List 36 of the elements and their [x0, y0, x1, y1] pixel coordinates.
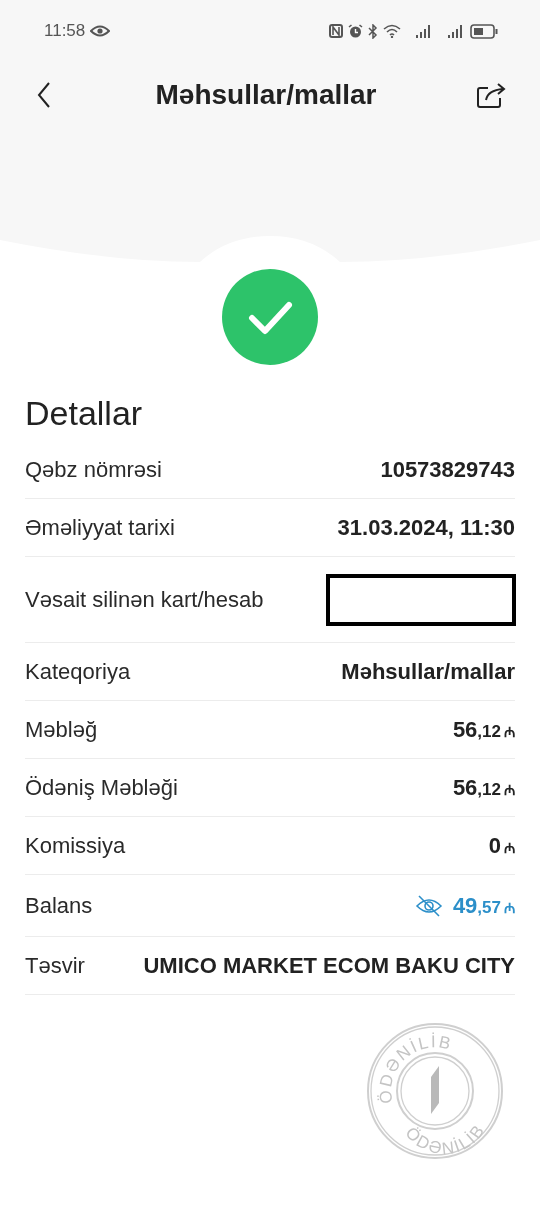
- detail-label: Qəbz nömrəsi: [25, 456, 162, 484]
- detail-label: Balans: [25, 892, 93, 920]
- amount-value: 49,57: [452, 892, 501, 920]
- signal-icon: [416, 24, 433, 38]
- status-time: 11:58: [44, 20, 86, 43]
- eye-icon: [90, 25, 111, 37]
- detail-label: Vəsait silinən kart/hesab: [25, 586, 264, 614]
- detail-value: UMICO MARKET ECOM BAKU CITY: [143, 952, 515, 980]
- detail-label: Əməliyyat tarixi: [25, 514, 175, 542]
- section-title: Detallar: [25, 393, 144, 433]
- amount-value: 0: [488, 832, 501, 860]
- page-title: Məhsullar/mallar: [155, 78, 377, 112]
- currency-sign: ₼: [504, 723, 515, 742]
- back-icon: [37, 82, 51, 108]
- battery-icon: [470, 23, 498, 39]
- signal-icon: [448, 24, 465, 38]
- nfc-icon: [329, 24, 343, 38]
- currency-sign: ₼: [504, 839, 515, 858]
- detail-value: Məhsullar/mallar: [341, 658, 515, 686]
- amount-value: 56,12: [452, 774, 501, 802]
- hidden-eye-icon[interactable]: [414, 893, 443, 918]
- currency-sign: ₼: [504, 781, 515, 800]
- detail-label: Kateqoriya: [25, 658, 131, 686]
- detail-label: Təsvir: [25, 952, 85, 980]
- success-check-icon: [222, 269, 318, 365]
- detail-label: Komissiya: [25, 832, 126, 860]
- wifi-icon: [383, 24, 401, 38]
- detail-value: 10573829743: [380, 456, 515, 484]
- bluetooth-icon: [368, 23, 378, 39]
- detail-value: 31.03.2024, 11:30: [337, 514, 515, 542]
- amount-value: 56,12: [452, 716, 501, 744]
- currency-sign: ₼: [504, 899, 515, 918]
- detail-label: Məbləğ: [25, 716, 98, 744]
- alarm-icon: [348, 23, 363, 39]
- detail-label: Ödəniş Məbləği: [25, 774, 178, 802]
- share-icon: [476, 81, 508, 109]
